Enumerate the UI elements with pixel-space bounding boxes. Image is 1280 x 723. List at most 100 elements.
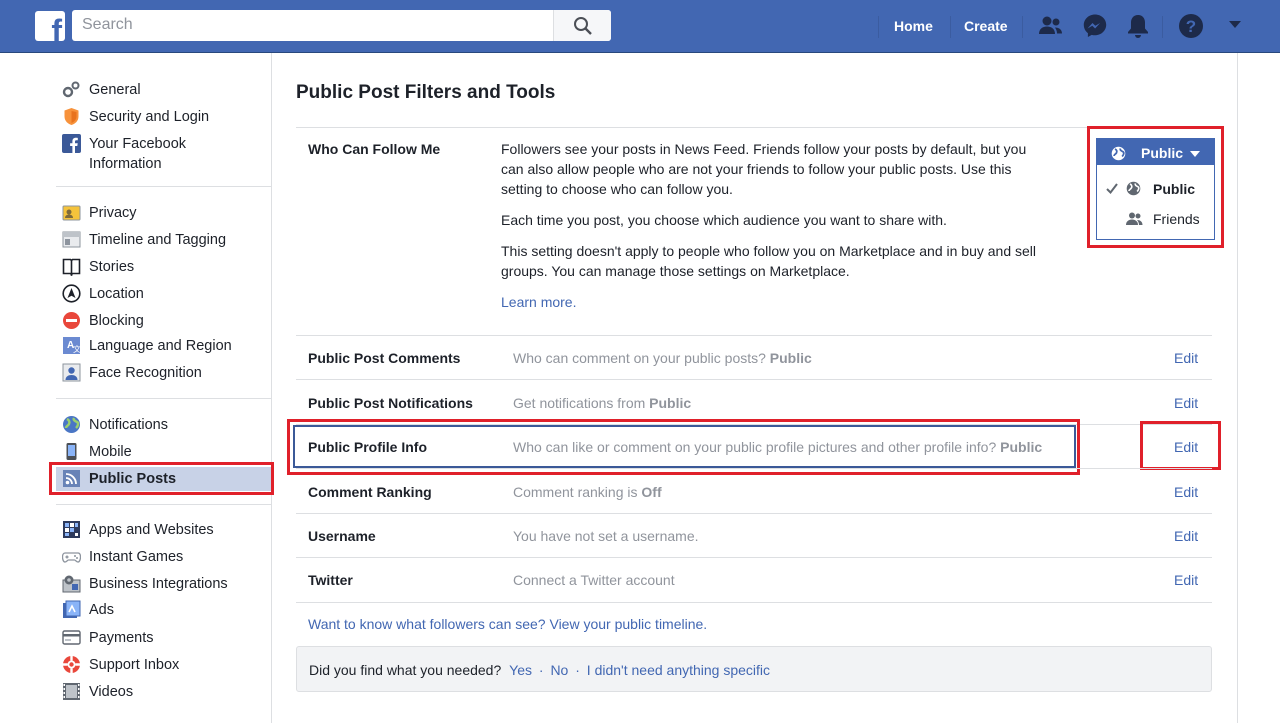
audience-option-label: Public — [1153, 181, 1196, 197]
row-divider — [296, 513, 1212, 514]
sidebar-item-label: Face Recognition — [89, 365, 202, 381]
gamepad-icon — [62, 552, 81, 563]
blocking-icon — [63, 312, 80, 329]
sidebar-item-timeline-and-tagging[interactable]: Timeline and Tagging — [56, 228, 271, 252]
sidebar-item-blocking[interactable]: Blocking — [56, 309, 271, 333]
row-divider — [296, 379, 1212, 380]
payments-icon — [62, 630, 81, 645]
public-post-notifications-value: Public — [649, 395, 692, 411]
mobile-icon — [66, 443, 77, 460]
stories-icon — [62, 258, 81, 276]
svg-text:?: ? — [1186, 17, 1196, 36]
sidebar-item-face-recognition[interactable]: Face Recognition — [56, 361, 271, 385]
sidebar-item-label: Ads — [89, 602, 114, 618]
sidebar-item-general[interactable]: General — [56, 78, 271, 102]
view-public-timeline-link[interactable]: Want to know what followers can see? Vie… — [308, 616, 707, 632]
rss-icon — [63, 470, 80, 487]
sidebar-item-apps-and-websites[interactable]: Apps and Websites — [56, 518, 271, 542]
feedback-no-link[interactable]: No — [550, 662, 568, 678]
sidebar-item-label: Apps and Websites — [89, 522, 214, 538]
create-link[interactable]: Create — [964, 18, 1008, 34]
follow-description: Followers see your posts in News Feed. F… — [501, 141, 1027, 197]
audience-dropdown[interactable]: Public Public Friends — [1096, 138, 1215, 240]
dropdown-arrow-icon[interactable] — [1228, 20, 1242, 30]
sidebar-item-label: Privacy — [89, 205, 137, 221]
timeline-icon — [62, 231, 81, 248]
sidebar-item-support-inbox[interactable]: Support Inbox — [56, 653, 271, 677]
public-profile-info-value: Public — [1000, 439, 1043, 455]
friends-icon[interactable] — [1038, 13, 1064, 39]
globe-icon — [1111, 146, 1126, 161]
sidebar-item-ads[interactable]: Ads — [56, 598, 271, 622]
sidebar-item-your-facebook-information[interactable]: Your Facebook Information — [56, 132, 271, 176]
messenger-icon[interactable] — [1082, 13, 1108, 39]
facebook-logo[interactable]: f — [35, 11, 65, 41]
public-post-comments-edit-link[interactable]: Edit — [1174, 350, 1198, 366]
support-icon — [63, 656, 80, 673]
learn-more-link[interactable]: Learn more. — [501, 292, 601, 312]
sidebar-item-label: Public Posts — [89, 471, 177, 487]
search-bar[interactable]: Search — [72, 10, 611, 41]
sidebar-item-label: Stories — [89, 259, 135, 275]
sidebar-item-language-and-region[interactable]: A文 Language and Region — [56, 334, 271, 358]
public-profile-info-desc: Who can like or comment on your public p… — [513, 439, 1043, 455]
sidebar-item-label: Payments — [89, 630, 154, 646]
sidebar-item-label: Business Integrations — [89, 576, 228, 592]
sidebar-item-location[interactable]: Location — [56, 282, 271, 306]
facebook-icon — [62, 134, 81, 153]
audience-dropdown-button[interactable]: Public — [1097, 139, 1214, 167]
sidebar-item-label: Notifications — [89, 417, 168, 433]
section-divider — [296, 127, 1212, 128]
sidebar-item-label-line1: Your Facebook — [89, 136, 187, 152]
sidebar-divider — [56, 398, 271, 399]
sidebar-item-videos[interactable]: Videos — [56, 680, 271, 704]
nav-divider — [950, 16, 951, 38]
sidebar-item-security[interactable]: Security and Login — [56, 105, 271, 129]
search-input[interactable]: Search — [82, 16, 133, 34]
public-post-notifications-label: Public Post Notifications — [308, 395, 473, 411]
sidebar-item-payments[interactable]: Payments — [56, 626, 271, 650]
feedback-separator: · — [575, 662, 580, 678]
section-divider — [296, 602, 1212, 603]
business-icon — [62, 575, 81, 593]
feedback-question: Did you find what you needed? — [309, 662, 502, 678]
sidebar-item-business-integrations[interactable]: Business Integrations — [56, 572, 271, 596]
sidebar-item-label: Timeline and Tagging — [89, 232, 227, 248]
help-icon[interactable]: ? — [1178, 13, 1204, 39]
sidebar-item-mobile[interactable]: Mobile — [56, 440, 271, 464]
notifications-icon[interactable] — [1125, 13, 1151, 39]
audience-option-public[interactable]: Public — [1097, 176, 1214, 202]
friends-icon — [1126, 212, 1143, 225]
feedback-not-needed-link[interactable]: I didn't need anything specific — [587, 662, 770, 678]
public-post-notifications-desc: Get notifications from Public — [513, 395, 692, 411]
gear-icon — [62, 81, 80, 98]
videos-icon — [63, 683, 80, 700]
twitter-edit-link[interactable]: Edit — [1174, 572, 1198, 588]
sidebar-item-notifications[interactable]: Notifications — [56, 413, 271, 437]
globe-icon — [63, 416, 80, 433]
nav-divider — [1162, 16, 1163, 38]
svg-text:文: 文 — [73, 344, 81, 354]
username-edit-link[interactable]: Edit — [1174, 528, 1198, 544]
feedback-yes-link[interactable]: Yes — [509, 662, 532, 678]
search-button[interactable] — [553, 10, 611, 41]
sidebar-item-public-posts[interactable]: Public Posts — [56, 467, 271, 491]
comment-ranking-desc: Comment ranking is Off — [513, 484, 662, 500]
sidebar-item-privacy[interactable]: Privacy — [56, 201, 271, 225]
username-label: Username — [308, 528, 376, 544]
sidebar-divider — [56, 504, 271, 505]
comment-ranking-edit-link[interactable]: Edit — [1174, 484, 1198, 500]
sidebar-item-label: Language and Region — [89, 338, 232, 354]
public-post-notifications-edit-link[interactable]: Edit — [1174, 395, 1198, 411]
sidebar-divider — [56, 186, 271, 187]
apps-icon — [63, 521, 80, 538]
twitter-label: Twitter — [308, 572, 353, 588]
sidebar-item-stories[interactable]: Stories — [56, 255, 271, 279]
public-profile-info-edit-link[interactable]: Edit — [1174, 439, 1198, 455]
sidebar-item-label-line2: Information — [89, 156, 162, 172]
sidebar-item-label: General — [89, 82, 141, 98]
home-link[interactable]: Home — [894, 18, 933, 34]
section-divider — [296, 335, 1212, 336]
audience-option-friends[interactable]: Friends — [1097, 206, 1214, 232]
sidebar-item-instant-games[interactable]: Instant Games — [56, 545, 271, 569]
